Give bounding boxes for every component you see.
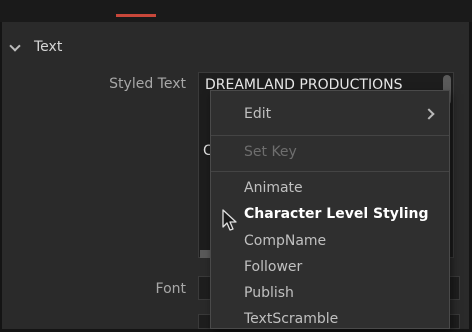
active-tab-indicator <box>116 14 156 17</box>
top-strip <box>0 0 472 22</box>
menu-separator <box>211 135 449 136</box>
chevron-right-icon <box>425 108 435 120</box>
menu-item-label: Edit <box>244 106 272 122</box>
menu-item-publish[interactable]: Publish <box>211 280 449 306</box>
font-label: Font <box>155 281 186 297</box>
menu-item-compname[interactable]: CompName <box>211 228 449 254</box>
context-menu: Edit Set Key Animate Character Level Sty… <box>210 90 450 329</box>
menu-item-character-level-styling[interactable]: Character Level Styling <box>211 201 449 227</box>
menu-item-label: Set Key <box>244 144 297 160</box>
text-section-header[interactable]: Text <box>10 36 62 58</box>
menu-item-edit[interactable]: Edit <box>211 101 449 127</box>
menu-item-set-key: Set Key <box>211 139 449 165</box>
slider-handle[interactable] <box>200 250 210 258</box>
menu-item-label: CompName <box>244 233 327 249</box>
menu-item-label: Character Level Styling <box>244 206 429 222</box>
menu-item-label: TextScramble <box>244 311 339 327</box>
menu-item-animate[interactable]: Animate <box>211 175 449 201</box>
menu-item-label: Publish <box>244 285 294 301</box>
mouse-pointer-icon <box>222 209 237 231</box>
chevron-down-icon <box>10 42 20 52</box>
menu-item-follower[interactable]: Follower <box>211 254 449 280</box>
menu-item-textscramble[interactable]: TextScramble <box>211 306 449 332</box>
menu-separator <box>211 171 449 172</box>
section-title: Text <box>34 39 63 55</box>
menu-item-label: Follower <box>244 259 303 275</box>
menu-item-label: Animate <box>244 180 303 196</box>
styled-text-label: Styled Text <box>109 76 186 92</box>
